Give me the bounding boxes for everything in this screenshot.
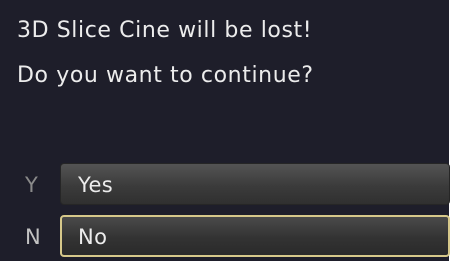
yes-button-label: Yes (78, 173, 114, 197)
confirm-dialog: 3D Slice Cine will be lost! Do you want … (0, 0, 451, 261)
no-button[interactable]: No (60, 215, 450, 257)
dialog-message-line-1: 3D Slice Cine will be lost! (17, 18, 313, 43)
hotkey-no: N (25, 225, 41, 249)
no-button-label: No (78, 225, 108, 249)
yes-button[interactable]: Yes (60, 163, 450, 205)
dialog-message-line-2: Do you want to continue? (17, 63, 314, 88)
option-row-yes: Y Yes (0, 163, 451, 207)
hotkey-yes: Y (25, 173, 38, 197)
option-row-no: N No (0, 215, 451, 259)
